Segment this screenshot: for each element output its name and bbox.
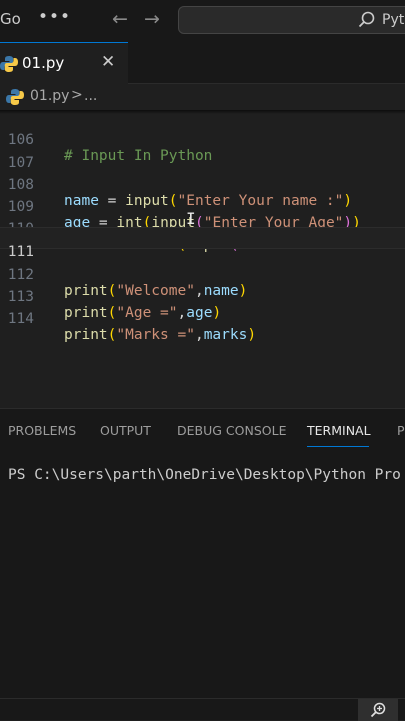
tab-debug-console[interactable]: DEBUG CONSOLE xyxy=(177,423,286,438)
tab-terminal[interactable]: TERMINAL xyxy=(307,423,371,438)
forward-arrow-icon[interactable]: → xyxy=(144,8,160,30)
code-line-113: 113 print("Age =",age) xyxy=(0,273,405,321)
terminal-prompt[interactable]: PS C:\Users\parth\OneDrive\Desktop\Pytho… xyxy=(8,467,401,483)
tab-label: 01.py xyxy=(22,54,65,72)
breadcrumb-symbols[interactable]: ... xyxy=(84,88,97,104)
close-icon[interactable]: ✕ xyxy=(101,52,115,72)
editor-tab-bar: 01.py ✕ xyxy=(0,42,405,84)
tab-ports[interactable]: P xyxy=(397,423,405,438)
tab-01-py[interactable]: 01.py ✕ xyxy=(0,42,128,84)
active-tab-indicator xyxy=(307,446,369,447)
code-line-110: 110 marks = float(input("Enter Your Mark… xyxy=(0,205,405,253)
zoom-icon[interactable] xyxy=(358,699,398,721)
python-file-icon xyxy=(6,89,24,105)
code-line-106: 106 # Input In Python xyxy=(0,116,405,164)
code-line-112: 112 print("Welcome",name) xyxy=(0,251,405,299)
code-line-114: 114 print("Marks =",marks) xyxy=(0,295,405,343)
menu-go[interactable]: Go xyxy=(0,10,21,28)
code-line-107: 107 xyxy=(0,139,405,171)
code-line-109: 109 age = int(input("Enter Your Age")) xyxy=(0,183,405,231)
breadcrumb-separator: > xyxy=(71,87,83,103)
zoom-in-icon xyxy=(370,702,386,718)
more-menu-icon[interactable]: ••• xyxy=(38,7,71,27)
line-number: 114 xyxy=(7,311,34,327)
bottom-panel: PROBLEMS OUTPUT DEBUG CONSOLE TERMINAL P… xyxy=(0,408,405,698)
search-text: Pyth xyxy=(382,12,405,28)
command-center-search[interactable]: Pyth xyxy=(178,6,405,34)
back-arrow-icon[interactable]: ← xyxy=(112,8,128,30)
code-editor[interactable]: 106 # Input In Python 107 108 name = inp… xyxy=(0,110,405,408)
code-line-108: 108 name = input("Enter Your name :") xyxy=(0,161,405,209)
status-bar xyxy=(0,698,405,721)
title-bar: Go ••• ← → Pyth xyxy=(0,0,405,42)
breadcrumb: 01.py > ... xyxy=(0,84,405,110)
python-file-icon xyxy=(0,56,18,72)
tab-output[interactable]: OUTPUT xyxy=(100,423,151,438)
search-icon xyxy=(358,11,375,28)
code-line-111: 111 xyxy=(0,227,405,260)
code-text: print("Marks =",marks) xyxy=(64,327,257,343)
mouse-ibeam-cursor: I xyxy=(186,209,196,228)
tab-problems[interactable]: PROBLEMS xyxy=(8,423,76,438)
breadcrumb-file[interactable]: 01.py xyxy=(30,88,69,104)
scroll-shadow xyxy=(0,110,405,114)
